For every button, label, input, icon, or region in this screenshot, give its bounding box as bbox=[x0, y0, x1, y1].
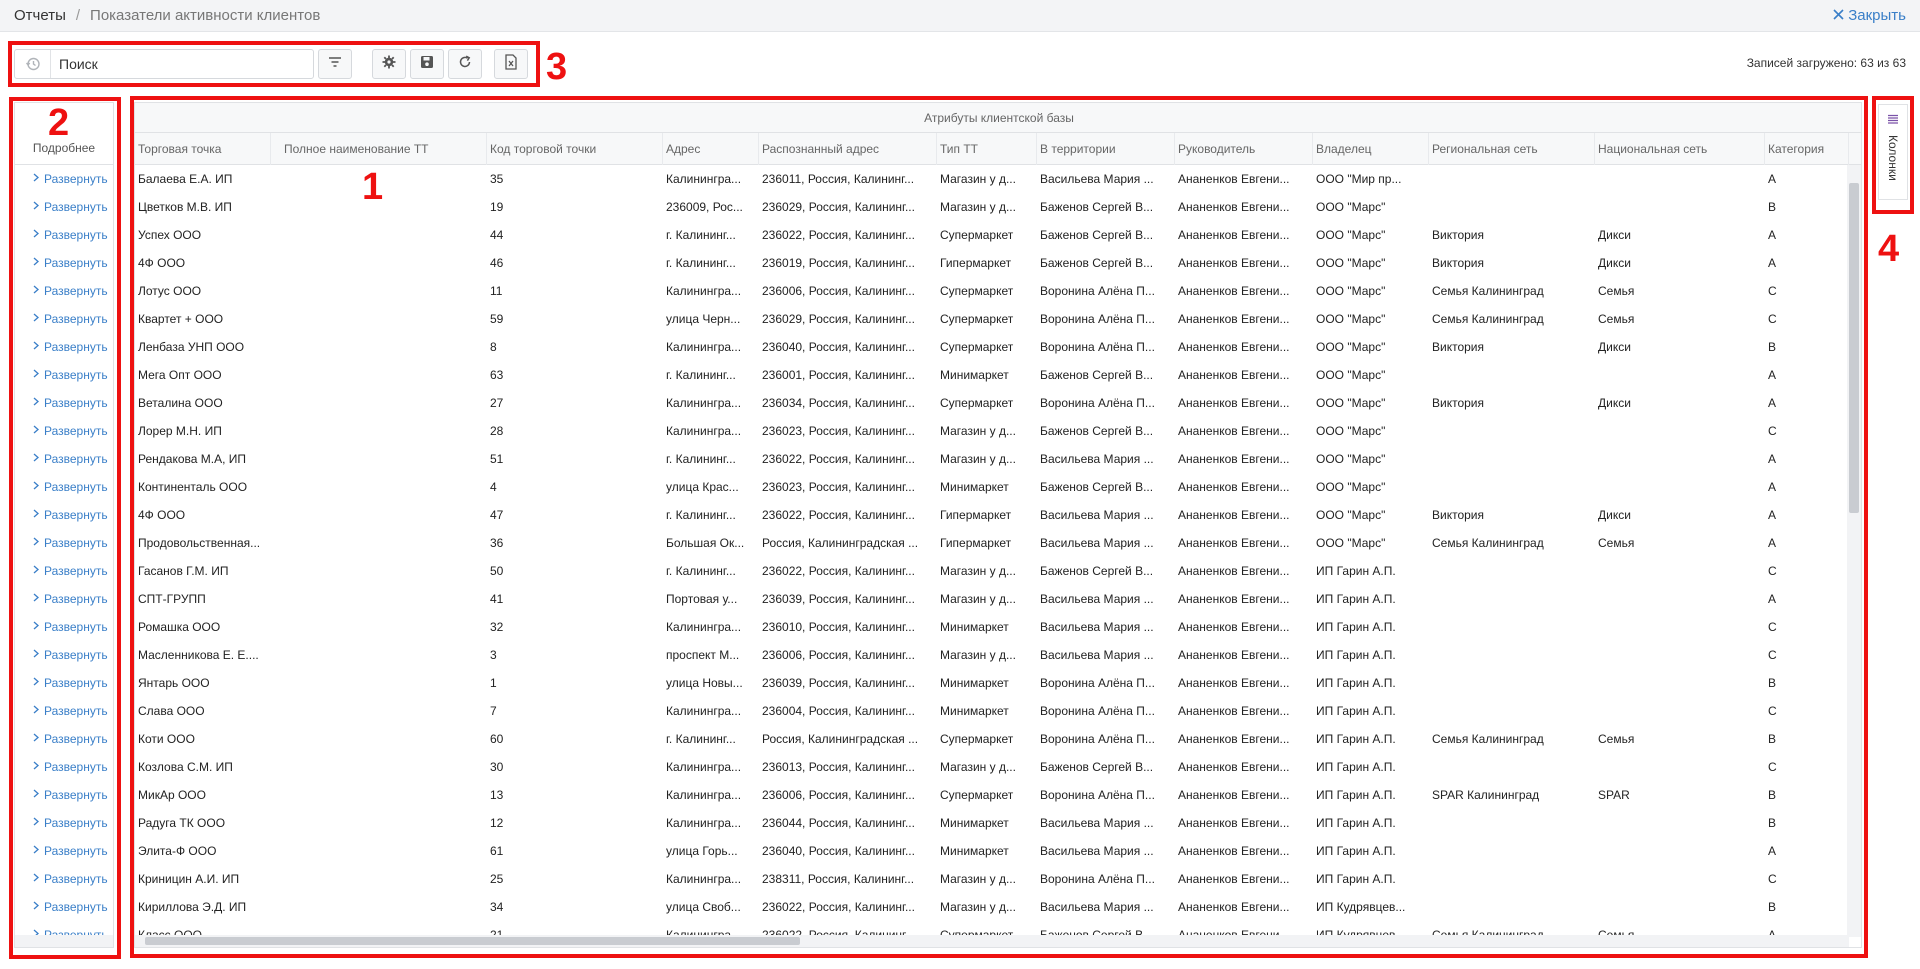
annotation-number-3: 3 bbox=[546, 46, 568, 88]
close-icon bbox=[1833, 7, 1844, 24]
annotation-box-toolbar bbox=[8, 41, 540, 87]
breadcrumb-root[interactable]: Отчеты bbox=[14, 7, 66, 24]
breadcrumb-separator: / bbox=[75, 7, 81, 24]
annotation-box-grid bbox=[130, 96, 1868, 958]
annotation-number-4: 4 bbox=[1878, 228, 1900, 270]
records-loaded: Записей загружено: 63 из 63 bbox=[1746, 56, 1906, 70]
close-label: Закрыть bbox=[1848, 7, 1906, 24]
annotation-box-detail bbox=[9, 97, 121, 959]
annotation-box-columns bbox=[1872, 96, 1914, 214]
close-button[interactable]: Закрыть bbox=[1833, 7, 1906, 24]
breadcrumb-current: Показатели активности клиентов bbox=[90, 7, 321, 24]
annotation-number-1: 1 bbox=[362, 166, 384, 208]
annotation-number-2: 2 bbox=[48, 102, 70, 144]
breadcrumb-bar: Отчеты / Показатели активности клиентов … bbox=[0, 0, 1920, 32]
